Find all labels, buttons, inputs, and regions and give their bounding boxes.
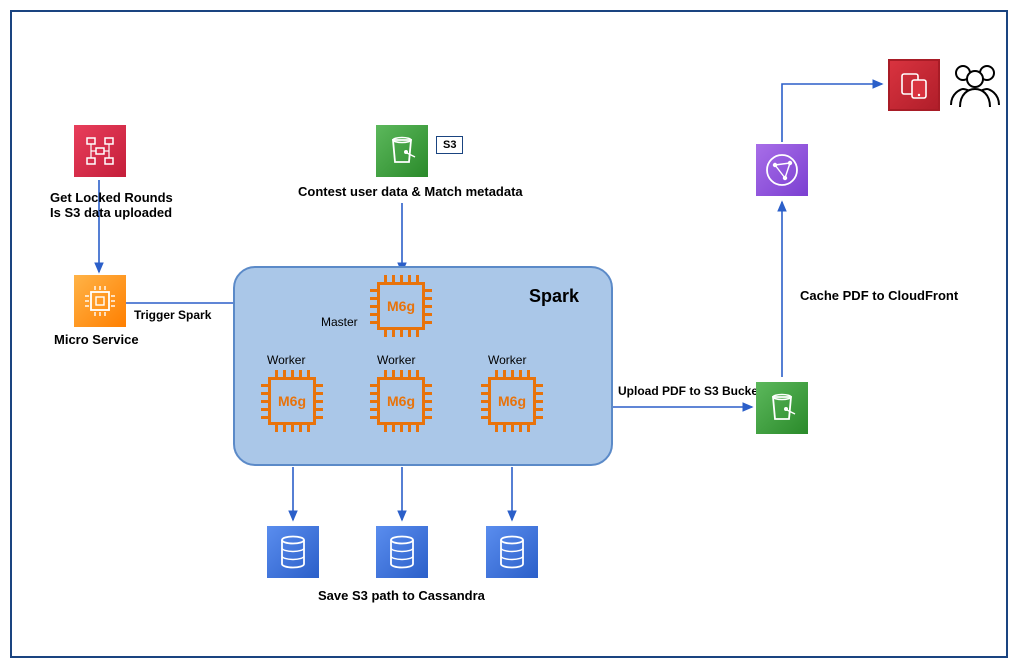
worker-label-1: Worker: [267, 353, 305, 367]
chip-label: M6g: [377, 282, 425, 330]
cassandra-icon-3: [486, 526, 538, 578]
stepfn-desc: Get Locked Rounds Is S3 data uploaded: [50, 190, 173, 220]
chip-label: M6g: [268, 377, 316, 425]
cassandra-icon-2: [376, 526, 428, 578]
microservice-icon: [74, 275, 126, 327]
spark-master-chip: M6g: [370, 275, 432, 337]
spark-title: Spark: [529, 286, 579, 307]
upload-pdf-label: Upload PDF to S3 Bucket: [618, 384, 762, 398]
worker-label-2: Worker: [377, 353, 415, 367]
s3-top-icon: [376, 125, 428, 177]
spark-worker-chip-3: M6g: [481, 370, 543, 432]
stepfunctions-icon: [74, 125, 126, 177]
s3-tag: S3: [436, 136, 463, 154]
cassandra-icon-1: [267, 526, 319, 578]
diagram-frame: Get Locked Rounds Is S3 data uploaded Mi…: [10, 10, 1008, 658]
chip-label: M6g: [488, 377, 536, 425]
cache-cloudfront-label: Cache PDF to CloudFront: [800, 288, 958, 303]
devices-icon: [888, 59, 940, 111]
cloudfront-icon: [756, 144, 808, 196]
master-label: Master: [321, 315, 358, 329]
cassandra-desc: Save S3 path to Cassandra: [318, 588, 485, 603]
s3-top-desc: Contest user data & Match metadata: [298, 184, 523, 199]
chip-label: M6g: [377, 377, 425, 425]
worker-label-3: Worker: [488, 353, 526, 367]
users-icon: [948, 59, 1002, 114]
microservice-label: Micro Service: [54, 332, 139, 347]
trigger-spark-label: Trigger Spark: [134, 308, 211, 322]
spark-worker-chip-2: M6g: [370, 370, 432, 432]
s3-right-icon: [756, 382, 808, 434]
spark-worker-chip-1: M6g: [261, 370, 323, 432]
